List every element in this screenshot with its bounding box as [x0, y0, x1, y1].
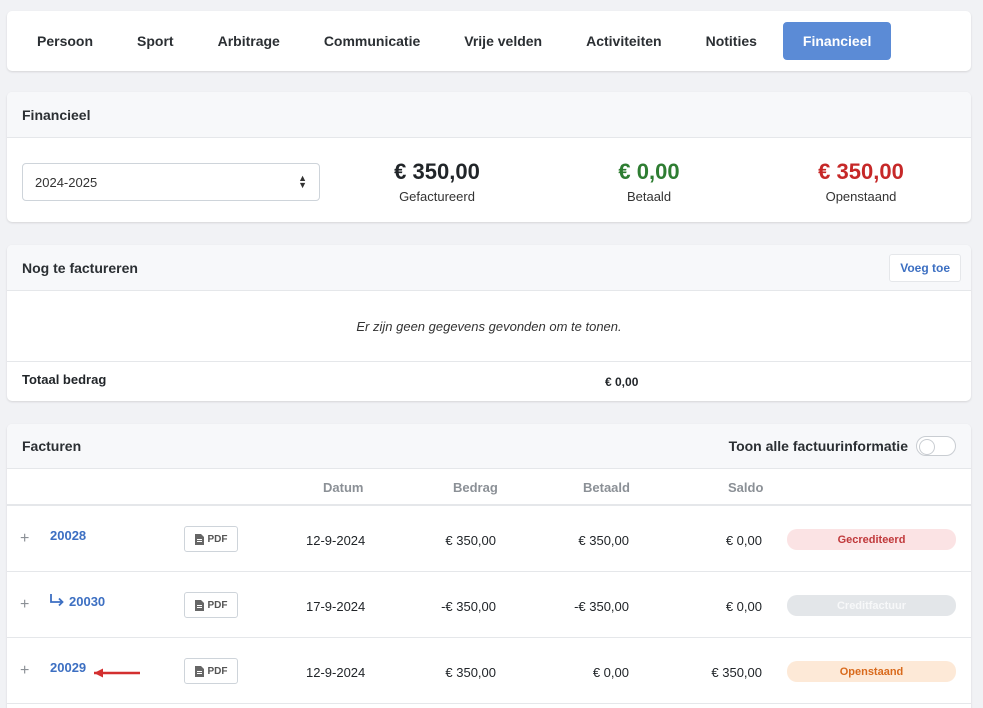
credit-sub-arrow-icon: [50, 594, 64, 607]
toggle-wrap: Toon alle factuurinformatie: [729, 436, 956, 456]
cell-saldo: € 350,00: [711, 665, 762, 680]
empty-message: Er zijn geen gegevens gevonden om te ton…: [7, 291, 971, 362]
cell-datum: 12-9-2024: [306, 533, 366, 548]
pdf-label: PDF: [207, 599, 228, 611]
col-datum: Datum: [323, 480, 364, 495]
expand-icon[interactable]: +: [20, 662, 29, 680]
cell-bedrag: -€ 350,00: [441, 599, 496, 614]
pdf-label: PDF: [207, 533, 228, 545]
red-arrow-icon: [94, 668, 140, 678]
financieel-header: Financieel: [7, 92, 971, 138]
status-badge: Creditfactuur: [787, 595, 956, 616]
nog-header: Nog te factureren Voeg toe: [7, 245, 971, 291]
table-row: + 20028 PDF 12-9-2024 € 350,00 € 350,00 …: [7, 506, 971, 572]
invoice-link[interactable]: 20030: [69, 594, 105, 609]
season-select[interactable]: 2024-2025 ▲ ▼: [22, 163, 320, 201]
cell-betaald: € 350,00: [578, 533, 629, 548]
totaal-row: Totaal bedrag € 0,00: [7, 362, 971, 400]
tab-vrije-velden[interactable]: Vrije velden: [446, 22, 560, 60]
expand-icon[interactable]: +: [20, 596, 29, 614]
invoice-link[interactable]: 20028: [50, 528, 86, 543]
toon-alle-toggle[interactable]: [916, 436, 956, 456]
cell-datum: 12-9-2024: [306, 665, 366, 680]
openstaand-label: Openstaand: [825, 189, 897, 204]
status-badge: Openstaand: [787, 661, 956, 682]
stat-betaald: € 0,00 Betaald: [549, 158, 749, 204]
table-row: + 20030 PDF 17-9-2024 -€ 350,00 -€ 350,0…: [7, 572, 971, 638]
betaald-label: Betaald: [626, 189, 672, 204]
tab-bar: Persoon Sport Arbitrage Communicatie Vri…: [7, 11, 971, 71]
cell-saldo: € 0,00: [725, 599, 762, 614]
financieel-card: Financieel 2024-2025 ▲ ▼ € 350,00 Gefactu…: [7, 92, 971, 222]
invoice-link[interactable]: 20029: [50, 660, 86, 675]
totaal-label: Totaal bedrag: [22, 372, 107, 387]
tab-sport[interactable]: Sport: [119, 22, 192, 60]
facturen-card: Facturen Toon alle factuurinformatie Dat…: [7, 424, 971, 708]
season-value: 2024-2025: [35, 174, 98, 190]
betaald-amount: € 0,00: [618, 159, 680, 184]
cell-bedrag: € 350,00: [445, 533, 496, 548]
tab-communicatie[interactable]: Communicatie: [306, 22, 438, 60]
tab-financieel[interactable]: Financieel: [782, 22, 892, 60]
tab-notities[interactable]: Notities: [688, 22, 775, 60]
nog-te-factureren-card: Nog te factureren Voeg toe Er zijn geen …: [7, 245, 971, 401]
select-arrows-icon: ▲ ▼: [298, 173, 307, 190]
pdf-button[interactable]: PDF: [184, 658, 238, 684]
stat-openstaand: € 350,00 Openstaand: [761, 158, 961, 204]
pdf-button[interactable]: PDF: [184, 592, 238, 618]
cell-datum: 17-9-2024: [306, 599, 366, 614]
file-icon: [194, 665, 204, 677]
facturen-header: Facturen Toon alle factuurinformatie: [7, 424, 971, 469]
voeg-toe-button[interactable]: Voeg toe: [889, 253, 961, 282]
cell-betaald: € 0,00: [592, 665, 629, 680]
cell-saldo: € 0,00: [725, 533, 762, 548]
pdf-button[interactable]: PDF: [184, 526, 238, 552]
openstaand-amount: € 350,00: [818, 159, 904, 184]
stat-gefactureerd: € 350,00 Gefactureerd: [337, 158, 537, 204]
status-badge: Gecrediteerd: [787, 529, 956, 550]
col-saldo: Saldo: [728, 480, 764, 495]
totaal-value: € 0,00: [605, 375, 639, 389]
toggle-label: Toon alle factuurinformatie: [728, 438, 908, 454]
file-icon: [194, 599, 204, 611]
nog-title: Nog te factureren: [22, 259, 138, 276]
financieel-title: Financieel: [22, 106, 91, 123]
file-icon: [194, 533, 204, 545]
gefactureerd-amount: € 350,00: [394, 159, 480, 184]
col-betaald: Betaald: [583, 480, 630, 495]
gefactureerd-label: Gefactureerd: [399, 189, 475, 204]
facturen-title: Facturen: [22, 438, 82, 454]
cell-betaald: -€ 350,00: [574, 599, 629, 614]
table-row: + 20029 PDF 12-9-2024 € 350,00 € 0,00 € …: [7, 638, 971, 704]
expand-icon[interactable]: +: [20, 530, 29, 548]
cell-bedrag: € 350,00: [445, 665, 496, 680]
table-header: Datum Bedrag Betaald Saldo: [7, 469, 971, 506]
tab-activiteiten[interactable]: Activiteiten: [568, 22, 679, 60]
tab-arbitrage[interactable]: Arbitrage: [200, 22, 298, 60]
col-bedrag: Bedrag: [453, 480, 498, 495]
tab-persoon[interactable]: Persoon: [19, 22, 111, 60]
pdf-label: PDF: [207, 665, 228, 677]
